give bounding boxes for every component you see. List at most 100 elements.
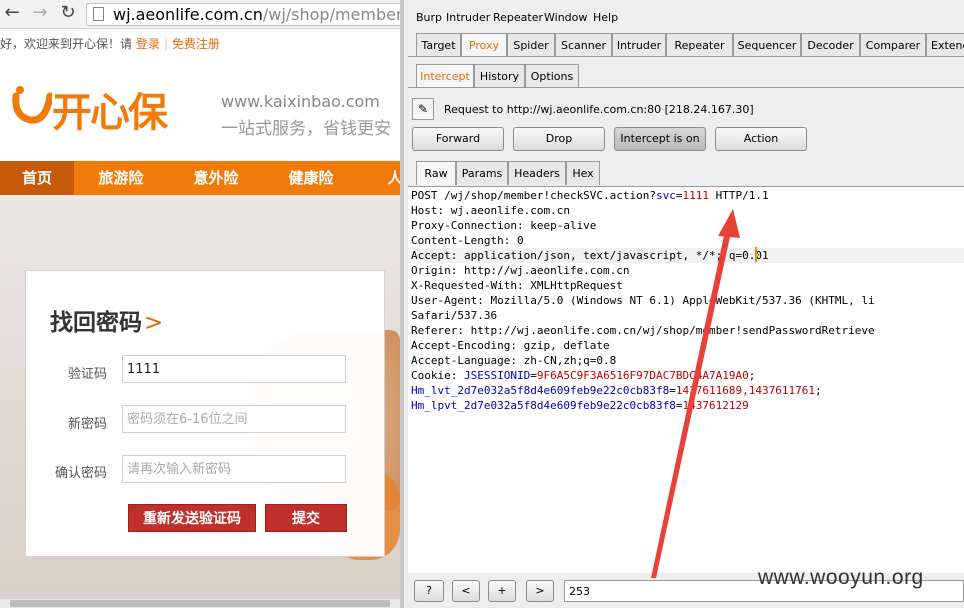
confirm-password-label: 确认密码: [54, 466, 107, 481]
menu-burp[interactable]: Burp: [416, 11, 442, 24]
nav-home[interactable]: 首页: [0, 161, 74, 195]
tab-spider[interactable]: Spider: [507, 33, 555, 57]
header-line: Content-Length: 0: [411, 234, 524, 247]
param-equals: =: [675, 189, 683, 202]
tab-headers[interactable]: Headers: [508, 161, 566, 185]
site-domain: www.kaixinbao.com: [221, 92, 380, 111]
text-caret: [755, 247, 757, 262]
back-arrow-icon[interactable]: ←: [2, 3, 22, 23]
request-target-text: Request to http://wj.aeonlife.com.cn:80 …: [444, 103, 754, 116]
header-line: Accept: application/json, text/javascrip…: [408, 248, 964, 263]
new-password-input[interactable]: [122, 405, 346, 433]
tab-options[interactable]: Options: [525, 64, 579, 88]
logo-text: 开心保: [52, 89, 168, 136]
address-bar[interactable]: wj.aeonlife.com.cn/wj/shop/member: [86, 3, 400, 26]
address-bar-text: wj.aeonlife.com.cn/wj/shop/member: [113, 4, 400, 25]
main-tab-underline: [408, 56, 964, 57]
horizontal-scrollbar[interactable]: [0, 598, 400, 608]
url-host: wj.aeonlife.com.cn: [113, 5, 263, 24]
site-slogan: 一站式服务，省钱更安: [221, 119, 391, 139]
confirm-password-input[interactable]: [122, 455, 346, 483]
add-button[interactable]: +: [488, 580, 516, 602]
url-path: /wj/shop/member: [262, 5, 400, 24]
header-line: Proxy-Connection: keep-alive: [411, 219, 597, 232]
header-line: User-Agent: Mozilla/5.0 (Windows NT 6.1)…: [411, 294, 875, 307]
menu-repeater[interactable]: Repeater: [493, 11, 543, 24]
captcha-label: 验证码: [67, 367, 107, 382]
raw-request-editor[interactable]: POST /wj/shop/member!checkSVC.action?svc…: [408, 186, 964, 573]
panel-title: 找回密码>: [50, 303, 163, 337]
help-button[interactable]: ?: [414, 580, 444, 602]
cookie-line: Cookie: JSESSIONID=9F6A5C9F3A6516F97DAC7…: [411, 369, 756, 382]
reload-icon[interactable]: ↻: [58, 3, 78, 23]
forward-arrow-icon[interactable]: →: [30, 3, 50, 23]
intercept-toggle-button[interactable]: Intercept is on: [614, 127, 706, 151]
header-line: Referer: http://wj.aeonlife.com.cn/wj/sh…: [411, 324, 875, 337]
tab-proxy[interactable]: Proxy: [461, 33, 507, 57]
cookie-value: 9F6A5C9F3A6516F97DAC7BDC4A7A19A0: [536, 369, 749, 382]
tab-params[interactable]: Params: [456, 161, 508, 185]
param-name: svc: [656, 189, 676, 202]
nav-life[interactable]: 人: [380, 161, 400, 195]
browser-toolbar: ← → ↻ wj.aeonlife.com.cn/wj/shop/member: [0, 0, 400, 29]
resend-code-button[interactable]: 重新发送验证码: [128, 504, 256, 532]
header-line: Accept-Encoding: gzip, deflate: [411, 339, 610, 352]
tab-extender[interactable]: Extende: [926, 33, 964, 57]
browser-window: ← → ↻ wj.aeonlife.com.cn/wj/shop/member …: [0, 0, 400, 608]
cookie-name: Hm_lpvt_2d7e032a5f8d4e609feb9e22c0cb83f8: [411, 399, 676, 412]
tab-decoder[interactable]: Decoder: [801, 33, 860, 57]
new-password-label: 新密码: [67, 417, 107, 432]
tab-intercept[interactable]: Intercept: [416, 64, 474, 88]
menu-window[interactable]: Window: [544, 11, 587, 24]
param-value: 1111: [682, 189, 710, 202]
login-link[interactable]: 登录: [136, 37, 160, 51]
menu-intruder[interactable]: Intruder: [446, 11, 490, 24]
tab-scanner[interactable]: Scanner: [555, 33, 612, 57]
menu-help[interactable]: Help: [593, 11, 618, 24]
tab-intruder[interactable]: Intruder: [612, 33, 666, 57]
cookie-line: Hm_lpvt_2d7e032a5f8d4e609feb9e22c0cb83f8…: [411, 399, 749, 412]
tab-target[interactable]: Target: [416, 33, 461, 57]
request-line-protocol: HTTP/1.1: [709, 189, 769, 202]
next-match-button[interactable]: >: [526, 580, 554, 602]
tab-hex[interactable]: Hex: [566, 161, 600, 185]
submit-button[interactable]: 提交: [265, 504, 347, 532]
tab-repeater[interactable]: Repeater: [666, 33, 733, 57]
header-line: Accept-Language: zh-CN,zh;q=0.8: [411, 354, 617, 367]
nav-health[interactable]: 健康险: [274, 161, 348, 195]
scrollbar-thumb[interactable]: [10, 600, 390, 607]
tab-raw[interactable]: Raw: [416, 161, 456, 185]
header-line: Origin: http://wj.aeonlife.com.cn: [411, 264, 630, 277]
cookie-name: Hm_lvt_2d7e032a5f8d4e609feb9e22c0cb83f8: [411, 384, 670, 397]
watermark-text: www.wooyun.org: [758, 566, 924, 589]
request-line-path: POST /wj/shop/member!checkSVC.action?: [411, 189, 657, 202]
previous-match-button[interactable]: <: [452, 580, 480, 602]
password-recovery-panel: 找回密码> 验证码 新密码 确认密码 重新发送验证码 提交: [25, 270, 385, 557]
welcome-text: 您好，欢迎来到开心保！请: [0, 37, 133, 51]
burp-suite-window: Burp Intruder Repeater Window Help Targe…: [400, 0, 964, 608]
action-button[interactable]: Action: [715, 127, 807, 151]
proxy-tab-underline: [408, 87, 964, 88]
site-logo[interactable]: 开心保: [10, 76, 210, 136]
captcha-input[interactable]: [122, 355, 346, 383]
welcome-strip: 您好，欢迎来到开心保！请 登录 | 免费注册: [0, 35, 220, 52]
nav-travel[interactable]: 旅游险: [84, 161, 158, 195]
cookie-separator: ;: [814, 384, 822, 397]
header-line: Safari/537.36: [411, 309, 498, 322]
tab-sequencer[interactable]: Sequencer: [733, 33, 801, 57]
cookie-value: 1437611689,1437611761: [675, 384, 815, 397]
smile-logo-icon: [12, 86, 52, 124]
cookie-value: 1437612129: [682, 399, 749, 412]
cookie-label: Cookie:: [411, 369, 464, 382]
cookie-name: JSESSIONID: [463, 369, 531, 382]
panel-title-text: 找回密码: [50, 310, 142, 336]
nav-accident[interactable]: 意外险: [179, 161, 253, 195]
tab-comparer[interactable]: Comparer: [860, 33, 926, 57]
page-icon: [93, 7, 104, 21]
register-link[interactable]: 免费注册: [172, 37, 220, 51]
forward-button[interactable]: Forward: [412, 127, 504, 151]
tab-history[interactable]: History: [474, 64, 525, 88]
edit-pencil-icon[interactable]: ✎: [412, 98, 434, 120]
request-line: POST /wj/shop/member!checkSVC.action?svc…: [411, 188, 769, 203]
drop-button[interactable]: Drop: [513, 127, 605, 151]
